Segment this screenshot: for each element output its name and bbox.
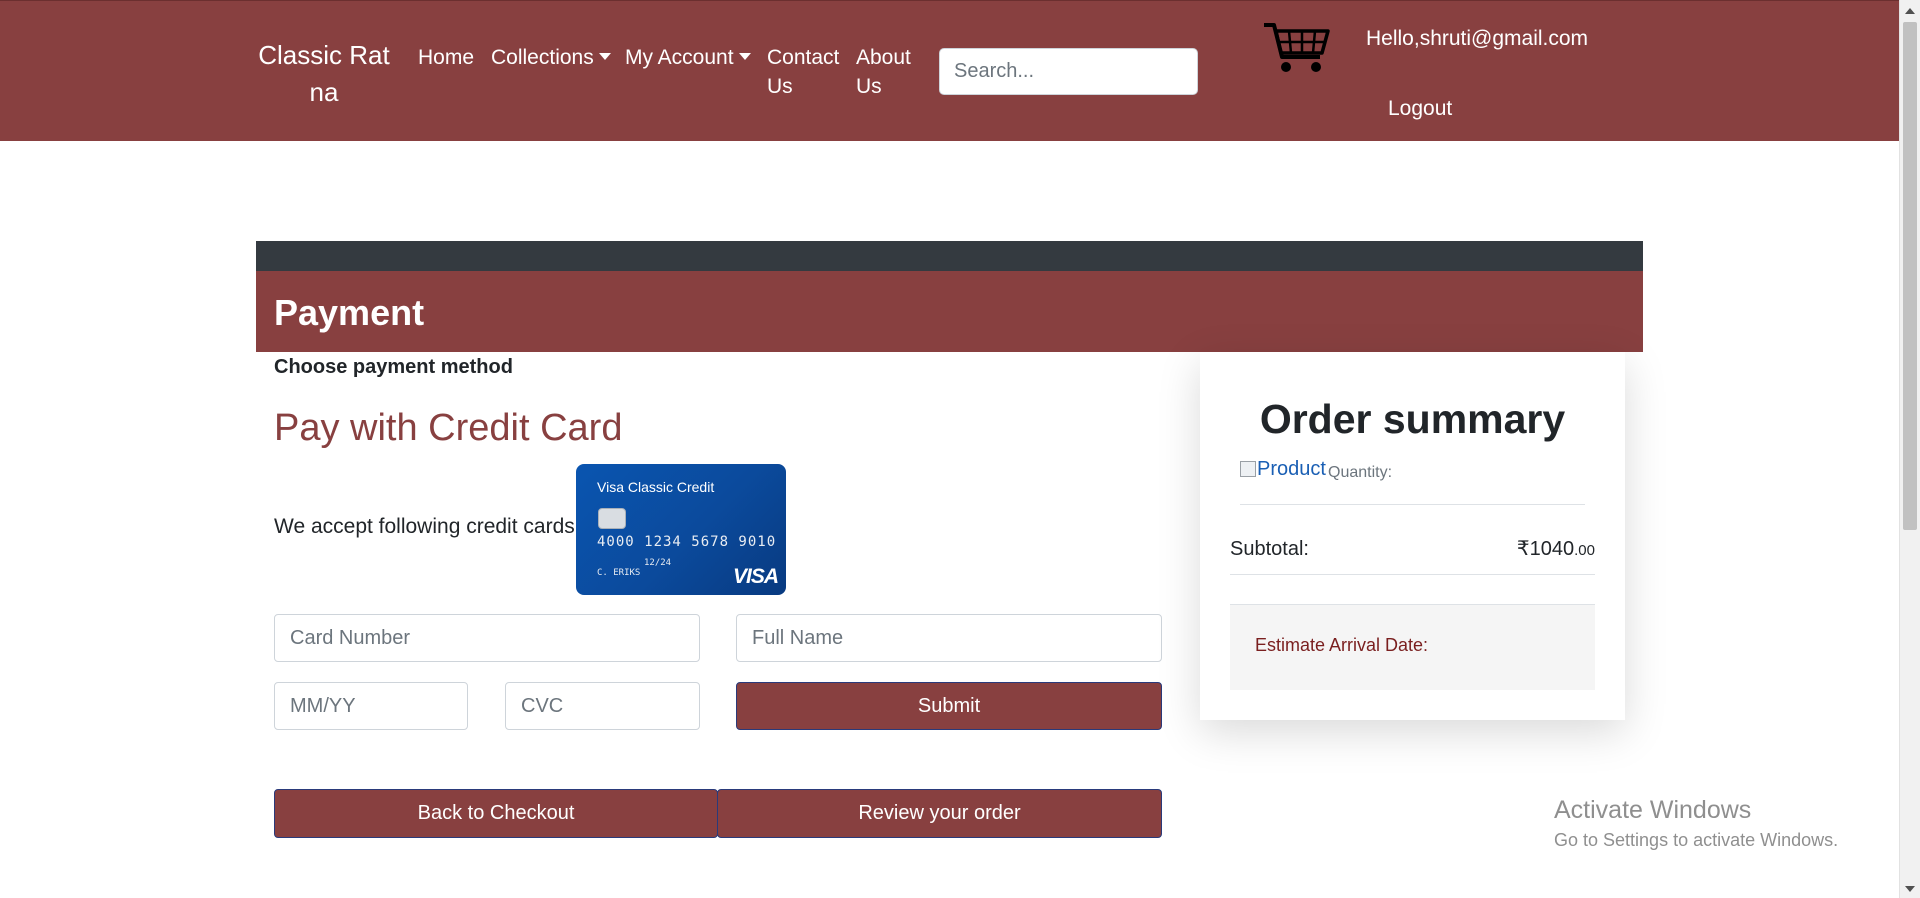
navbar: Classic Ratna Home Collections My Accoun… — [0, 0, 1899, 141]
card-number-input[interactable] — [274, 614, 700, 662]
estimate-arrival-label: Estimate Arrival Date: — [1255, 635, 1429, 655]
product-row: Product Quantity: — [1240, 457, 1585, 505]
search-input[interactable] — [939, 48, 1198, 95]
quantity-label: Quantity: — [1328, 464, 1393, 481]
scroll-down-arrow-icon[interactable] — [1905, 886, 1915, 892]
chip-icon — [598, 508, 626, 529]
card-expiry-print: 12/24 — [644, 558, 672, 568]
nav-my-account-label: My Account — [625, 46, 734, 69]
order-summary-title: Order summary — [1259, 396, 1566, 442]
caret-down-icon — [598, 53, 611, 60]
visa-logo: VISA — [732, 565, 779, 588]
vertical-scrollbar[interactable] — [1899, 0, 1920, 898]
caret-down-icon — [738, 53, 751, 60]
activate-windows-subtitle: Go to Settings to activate Windows. — [1554, 830, 1839, 850]
card-holder-print: C. ERIKS — [597, 568, 641, 578]
subtotal-cents: .00 — [1574, 542, 1595, 559]
choose-method-label: Choose payment method — [274, 356, 513, 378]
brand-logo[interactable]: Classic Ratna — [256, 37, 392, 111]
nav-my-account-dropdown[interactable]: My Account — [625, 43, 751, 72]
user-greeting: Hello,shruti@gmail.com — [1366, 27, 1589, 50]
scrollbar-thumb[interactable] — [1903, 22, 1917, 530]
visa-card-image: Visa Classic Credit 4000 1234 5678 9010 … — [576, 464, 786, 595]
accepted-cards-text: We accept following credit cards: — [274, 515, 581, 538]
page-title: Payment — [274, 292, 425, 333]
header-divider-bar — [256, 241, 1643, 271]
broken-image-icon — [1240, 461, 1256, 477]
nav-home[interactable]: Home — [418, 43, 474, 72]
estimate-arrival-box: Estimate Arrival Date: — [1230, 604, 1595, 690]
review-order-button[interactable]: Review your order — [717, 789, 1162, 838]
subtotal-amount: ₹1040 — [1516, 538, 1575, 560]
divider — [1230, 574, 1595, 575]
cvc-input[interactable] — [505, 682, 700, 730]
logout-link[interactable]: Logout — [1388, 94, 1452, 123]
payment-header: Payment — [256, 271, 1643, 352]
scroll-up-arrow-icon[interactable] — [1905, 8, 1915, 14]
nav-about-us[interactable]: About Us — [856, 43, 916, 101]
subtotal-value: ₹1040.00 — [1517, 535, 1595, 565]
back-to-checkout-button[interactable]: Back to Checkout — [274, 789, 718, 838]
nav-contact-us[interactable]: Contact Us — [767, 43, 843, 101]
subtotal-label: Subtotal: — [1230, 538, 1309, 560]
submit-button[interactable]: Submit — [736, 682, 1162, 730]
activate-windows-title: Activate Windows — [1554, 796, 1752, 824]
credit-card-heading: Pay with Credit Card — [274, 407, 623, 449]
order-summary-card: Order summary Product Quantity: Subtotal… — [1200, 352, 1625, 720]
card-number-print: 4000 1234 5678 9010 — [597, 534, 777, 550]
expiry-input[interactable] — [274, 682, 468, 730]
card-name: Visa Classic Credit — [597, 479, 715, 495]
product-alt-text: Product — [1257, 458, 1326, 480]
nav-collections-label: Collections — [491, 46, 594, 69]
page: Classic Ratna Home Collections My Accoun… — [0, 0, 1920, 898]
cart-icon[interactable] — [1262, 21, 1330, 75]
nav-collections-dropdown[interactable]: Collections — [491, 43, 611, 72]
product-image-link[interactable]: Product — [1240, 457, 1326, 481]
full-name-input[interactable] — [736, 614, 1162, 662]
